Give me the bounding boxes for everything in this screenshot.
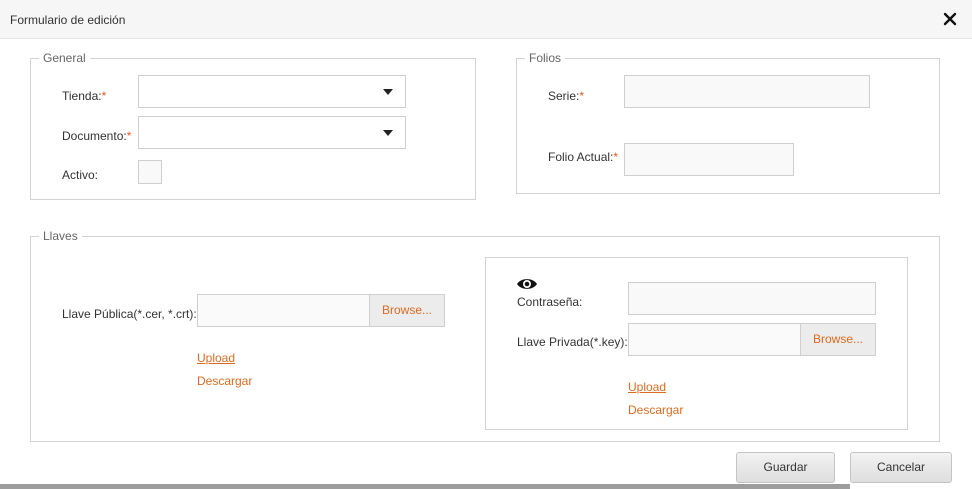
folio-actual-input[interactable] (624, 143, 794, 176)
folios-legend: Folios (525, 51, 566, 65)
chevron-down-icon (383, 130, 393, 136)
contrasena-label: Contraseña: (517, 295, 583, 309)
dialog-title: Formulario de edición (10, 13, 126, 27)
llave-privada-file-input[interactable]: Browse... (628, 323, 876, 356)
llave-privada-descargar-link[interactable]: Descargar (628, 403, 683, 417)
documento-select[interactable] (138, 116, 406, 149)
eye-icon[interactable] (516, 276, 538, 292)
llave-publica-upload-link[interactable]: Upload (197, 351, 235, 365)
folio-actual-label: Folio Actual:* (548, 150, 619, 164)
llave-privada-label: Llave Privada(*.key): (517, 335, 628, 349)
dialog-titlebar: Formulario de edición (0, 0, 972, 39)
tienda-label: Tienda:* (62, 89, 107, 103)
serie-label: Serie:* (548, 89, 585, 103)
serie-input[interactable] (624, 75, 870, 108)
general-legend: General (39, 51, 90, 65)
llave-publica-file-input[interactable]: Browse... (197, 294, 445, 327)
llave-publica-descargar-link[interactable]: Descargar (197, 374, 252, 388)
llaves-legend: Llaves (39, 229, 82, 243)
activo-label: Activo: (62, 168, 99, 182)
llave-privada-upload-link[interactable]: Upload (628, 380, 666, 394)
bottom-strip (0, 484, 972, 489)
activo-checkbox[interactable] (138, 160, 162, 184)
contrasena-input[interactable] (628, 282, 876, 315)
llave-publica-label: Llave Pública(*.cer, *.crt): (62, 307, 197, 321)
llave-privada-browse-button[interactable]: Browse... (800, 324, 875, 355)
close-icon[interactable] (940, 9, 960, 29)
guardar-button[interactable]: Guardar (736, 452, 835, 483)
llave-publica-browse-button[interactable]: Browse... (369, 295, 444, 326)
documento-label: Documento:* (62, 129, 132, 143)
tienda-select[interactable] (138, 75, 406, 108)
chevron-down-icon (383, 89, 393, 95)
cancelar-button[interactable]: Cancelar (850, 452, 952, 483)
